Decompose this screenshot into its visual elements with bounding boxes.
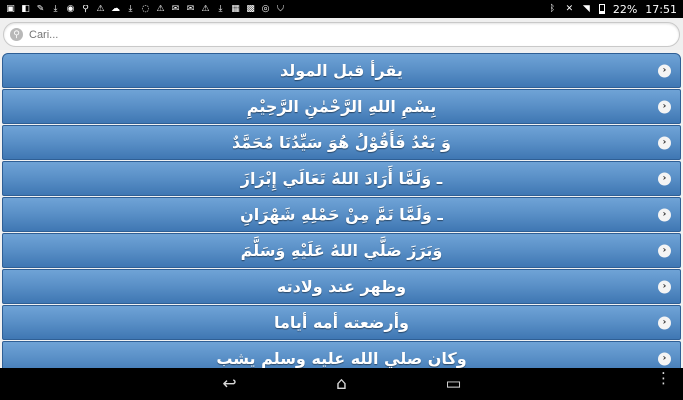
more-vert-icon: ⋮: [656, 369, 671, 387]
photo-icon: ▩: [246, 4, 255, 14]
list-item[interactable]: وَبَرَزَ صَلَّي اللهُ عَلَيْهِ وَسَلَّمَ…: [2, 233, 681, 268]
status-bar: ▣ ◧ ✎ ⤓ ◉ ⚲ ⚠ ☁ ⤓ ◌ ⚠ ✉ ✉ ⚠ ⤓ ▦ ▩ ◎ ⛉ ᛒ …: [0, 0, 683, 18]
list-item[interactable]: وكان صلي الله عليه وسلم يشب ›: [2, 341, 681, 368]
back-icon: ↩: [222, 374, 237, 394]
box-icon: ▦: [231, 4, 240, 14]
list-item-label: ـ وَلَمَّا أَرَادَ اللهُ تَعَالَي إِبْرَ…: [240, 169, 443, 188]
list-item-label: وكان صلي الله عليه وسلم يشب: [216, 349, 467, 368]
search-box[interactable]: ⚲: [3, 22, 680, 47]
clock: 17:51: [645, 2, 677, 16]
telegram-icon: ◉: [66, 4, 75, 14]
chevron-right-icon: ›: [658, 208, 671, 221]
download-icon: ⤓: [218, 4, 223, 14]
mute-icon: ✕: [565, 3, 574, 14]
ring-icon: ◌: [141, 4, 150, 14]
recent-apps-icon: ▭: [445, 374, 462, 394]
chevron-right-icon: ›: [658, 136, 671, 149]
bluetooth-icon: ᛒ: [549, 3, 556, 14]
chat-icon: ✉: [186, 4, 195, 14]
search-input[interactable]: [29, 28, 673, 41]
notification-icon: ◧: [21, 4, 30, 14]
battery-icon: [598, 4, 605, 14]
navigation-bar: ↩ ⌂ ▭ ⋮: [0, 368, 683, 400]
wifi-icon: ◥: [582, 3, 590, 14]
notification-icon: ▣: [6, 4, 15, 14]
instagram-icon: ◎: [261, 4, 270, 14]
list-item-label: وَ بَعْدُ فَأَقُوْلُ هُوَ سَيِّدُنَا مُح…: [231, 133, 451, 152]
download-icon: ⤓: [128, 4, 133, 14]
back-button[interactable]: ↩: [216, 374, 244, 394]
chevron-right-icon: ›: [658, 352, 671, 365]
list-item[interactable]: بِسْمِ اللهِ الرَّحْمٰنِ الرَّحِيْمِ ›: [2, 89, 681, 124]
warning-icon: ⚠: [156, 4, 165, 14]
system-icons: ᛒ ✕ ◥ 22% 17:51: [548, 3, 677, 16]
recent-apps-button[interactable]: ▭: [440, 374, 468, 394]
list-item[interactable]: ـ وَلَمَّا أَرَادَ اللهُ تَعَالَي إِبْرَ…: [2, 161, 681, 196]
download-icon: ⤓: [53, 4, 58, 14]
list-item[interactable]: ـ وَلَمَّا تَمَّ مِنْ حَمْلِهِ شَهْرَانِ…: [2, 197, 681, 232]
home-icon: ⌂: [336, 374, 347, 394]
battery-percent: 22%: [612, 2, 638, 16]
chevron-right-icon: ›: [658, 172, 671, 185]
chevron-right-icon: ›: [658, 100, 671, 113]
list-item[interactable]: وَ بَعْدُ فَأَقُوْلُ هُوَ سَيِّدُنَا مُح…: [2, 125, 681, 160]
cloud-icon: ☁: [111, 4, 120, 14]
wrench-icon: ✎: [36, 4, 45, 14]
chevron-right-icon: ›: [658, 316, 671, 329]
pin-icon: ⚲: [82, 4, 89, 14]
list-item[interactable]: وظهر عند ولادته ›: [2, 269, 681, 304]
chat-icon: ✉: [171, 4, 180, 14]
overflow-menu-button[interactable]: ⋮: [656, 371, 671, 386]
warning-icon: ⚠: [96, 4, 105, 14]
list-item-label: ـ وَلَمَّا تَمَّ مِنْ حَمْلِهِ شَهْرَانِ: [240, 205, 443, 224]
search-bar: ⚲: [0, 18, 683, 50]
warning-icon: ⚠: [201, 4, 210, 14]
list-item[interactable]: وأرضعته أمه أياما ›: [2, 305, 681, 340]
notification-icons: ▣ ◧ ✎ ⤓ ◉ ⚲ ⚠ ☁ ⤓ ◌ ⚠ ✉ ✉ ⚠ ⤓ ▦ ▩ ◎ ⛉: [6, 5, 548, 14]
list-item-label: بِسْمِ اللهِ الرَّحْمٰنِ الرَّحِيْمِ: [246, 97, 437, 116]
list-item-label: وأرضعته أمه أياما: [273, 313, 409, 332]
chevron-right-icon: ›: [658, 64, 671, 77]
shield-icon: ⛉: [277, 4, 284, 14]
list-item-label: وظهر عند ولادته: [276, 277, 407, 296]
chevron-right-icon: ›: [658, 280, 671, 293]
list-item[interactable]: يقرأ قبل المولد ›: [2, 53, 681, 88]
list-item-label: وَبَرَزَ صَلَّي اللهُ عَلَيْهِ وَسَلَّمَ: [240, 241, 443, 260]
chevron-right-icon: ›: [658, 244, 671, 257]
chapter-list: يقرأ قبل المولد › بِسْمِ اللهِ الرَّحْمٰ…: [0, 53, 683, 368]
app-content: ⚲ يقرأ قبل المولد › بِسْمِ اللهِ الرَّحْ…: [0, 18, 683, 368]
search-icon: ⚲: [10, 28, 23, 41]
home-button[interactable]: ⌂: [328, 374, 356, 394]
list-item-label: يقرأ قبل المولد: [280, 61, 403, 80]
